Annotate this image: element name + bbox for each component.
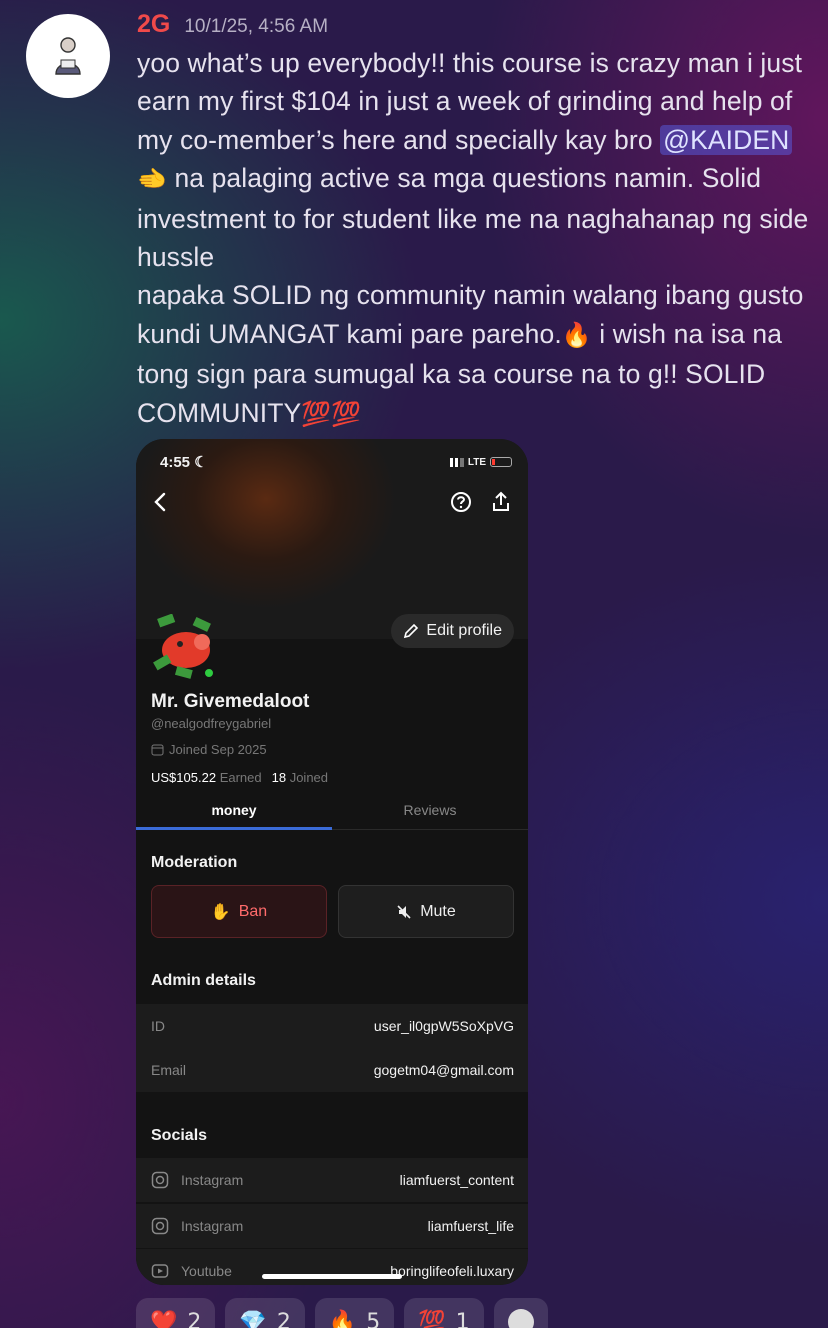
social-row[interactable]: Youtube boringlifeofeli.luxary bbox=[136, 1249, 528, 1285]
tab-money[interactable]: money bbox=[136, 794, 332, 830]
message-username[interactable]: 2G bbox=[137, 10, 170, 39]
hundred-emoji: 💯💯 bbox=[301, 400, 362, 428]
signal-icon bbox=[449, 457, 464, 467]
profile-stats: US$105.22 Earned 18 Joined bbox=[151, 770, 329, 785]
home-indicator bbox=[262, 1274, 402, 1279]
mute-icon bbox=[397, 904, 411, 919]
attached-screenshot[interactable]: 4:55 ☾ LTE Edit profile Mr. Givemedaloot… bbox=[136, 439, 528, 1285]
chat-message: 2G 10/1/25, 4:56 AM yoo what’s up everyb… bbox=[137, 10, 817, 434]
ban-button[interactable]: ✋ Ban bbox=[151, 885, 327, 938]
share-icon[interactable] bbox=[490, 491, 512, 513]
user-mention[interactable]: @KAIDEN bbox=[660, 124, 793, 155]
edit-profile-button[interactable]: Edit profile bbox=[391, 614, 514, 648]
instagram-icon bbox=[151, 1171, 169, 1189]
reaction-gem[interactable]: 💎 2 bbox=[225, 1298, 305, 1328]
tab-reviews[interactable]: Reviews bbox=[332, 794, 528, 829]
battery-icon bbox=[490, 457, 512, 467]
message-timestamp: 10/1/25, 4:56 AM bbox=[184, 16, 329, 37]
mute-button[interactable]: Mute bbox=[338, 885, 514, 938]
profile-tabs: money Reviews bbox=[136, 794, 528, 830]
top-nav bbox=[152, 491, 512, 513]
social-row[interactable]: Instagram liamfuerst_life bbox=[136, 1204, 528, 1248]
online-status-dot bbox=[203, 667, 215, 679]
profile-joined: Joined Sep 2025 bbox=[151, 742, 267, 757]
profile-handle: @nealgodfreygabriel bbox=[151, 716, 272, 731]
user-avatar[interactable] bbox=[26, 14, 110, 98]
instagram-icon bbox=[151, 1217, 169, 1235]
back-arrow-icon[interactable] bbox=[152, 491, 168, 513]
avatar-figure-icon bbox=[55, 37, 81, 75]
status-bar: 4:55 ☾ LTE bbox=[160, 453, 512, 471]
moon-icon: ☾ bbox=[194, 454, 208, 471]
admin-details-title: Admin details bbox=[151, 972, 256, 989]
reaction-fire[interactable]: 🔥 5 bbox=[314, 1298, 395, 1328]
reaction-heart[interactable]: ❤️ 2 bbox=[136, 1298, 216, 1328]
add-reaction-button[interactable] bbox=[493, 1298, 548, 1328]
social-row[interactable]: Instagram liamfuerst_content bbox=[136, 1158, 528, 1202]
reaction-bar: ❤️ 2 💎 2 🔥 5 💯 1 bbox=[136, 1298, 548, 1328]
moderation-title: Moderation bbox=[151, 854, 238, 871]
calendar-icon bbox=[151, 744, 164, 756]
fire-emoji: 🔥 bbox=[561, 321, 592, 349]
profile-name: Mr. Givemedaloot bbox=[151, 691, 310, 712]
help-icon[interactable] bbox=[450, 491, 472, 513]
youtube-icon bbox=[151, 1264, 169, 1278]
pointing-hand-emoji: 🫲 bbox=[137, 166, 167, 194]
ban-icon: ✋ bbox=[210, 903, 231, 921]
message-body: yoo what’s up everybody!! this course is… bbox=[137, 48, 809, 428]
admin-email-row: Email gogetm04@gmail.com bbox=[136, 1048, 528, 1092]
pencil-icon bbox=[404, 623, 419, 639]
socials-title: Socials bbox=[151, 1127, 208, 1144]
add-reaction-icon bbox=[507, 1309, 534, 1328]
reaction-hundred[interactable]: 💯 1 bbox=[404, 1298, 484, 1328]
admin-id-row: ID user_il0gpW5SoXpVG bbox=[136, 1004, 528, 1048]
